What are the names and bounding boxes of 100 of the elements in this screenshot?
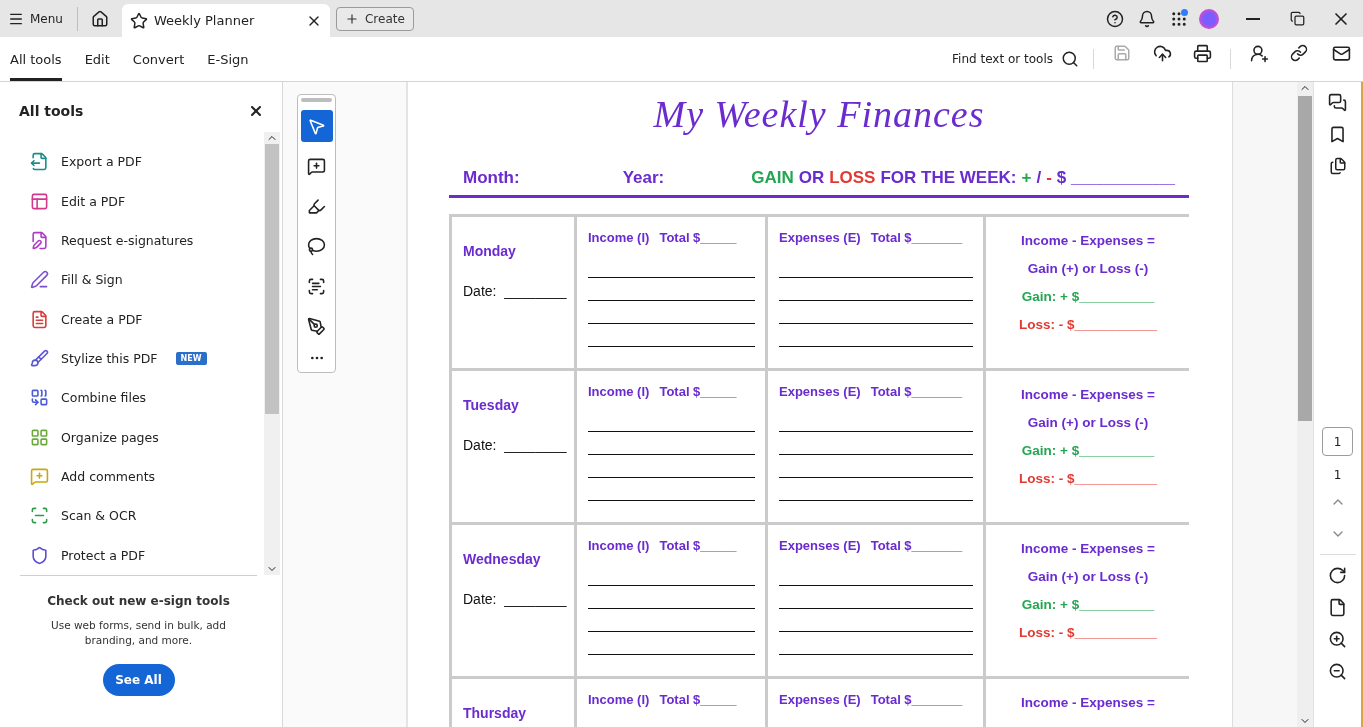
lasso-icon (307, 236, 326, 256)
expenses-total: Total $_______ (870, 538, 963, 553)
restore-icon (1289, 11, 1305, 26)
tool-item[interactable]: Add comments (30, 456, 264, 497)
result-line: Gain: + $__________ (1021, 597, 1155, 612)
drag-handle[interactable] (301, 98, 332, 102)
search-icon (1061, 50, 1079, 68)
see-all-button[interactable]: See All (102, 664, 175, 696)
minimize-icon (1246, 17, 1260, 20)
plus-icon (344, 11, 359, 26)
income-header: Income (I) (588, 384, 650, 399)
expenses-total: Total $_______ (870, 230, 963, 245)
printer-icon (1192, 43, 1212, 63)
pointer-button[interactable] (300, 110, 333, 142)
find-button[interactable]: Find text or tools (946, 37, 1085, 81)
result-line: Gain (+) or Loss (-) (1027, 569, 1149, 584)
result-line: Loss: - $___________ (1018, 317, 1158, 332)
day-name: Thursday (463, 705, 527, 721)
zoom-in-icon (1328, 629, 1347, 649)
save-icon (1113, 44, 1131, 62)
income-total: Total $_____ (659, 230, 737, 245)
tool-item[interactable]: Organize pages (30, 417, 264, 457)
zoom-out-icon (1328, 661, 1347, 681)
toolbar-tab[interactable]: E-Sign (207, 37, 249, 81)
menu-button[interactable]: Menu (0, 10, 71, 27)
tool-item[interactable]: Request e-signatures (30, 220, 264, 261)
income-total: Total $_____ (659, 692, 737, 707)
page-icon (1328, 597, 1347, 617)
pointer-icon (307, 116, 326, 136)
expenses-header: Expenses (E) (779, 692, 861, 707)
create-button[interactable]: Create (335, 6, 414, 31)
result-line: Gain (+) or Loss (-) (1027, 261, 1149, 276)
income-header: Income (I) (588, 230, 650, 245)
scrollbar[interactable] (264, 132, 280, 575)
result-line: Gain (+) or Loss (-) (1027, 415, 1149, 430)
month-label: Month: (463, 167, 520, 188)
tool-item[interactable]: Combine files (30, 378, 264, 418)
bookmark-icon (1328, 124, 1347, 144)
result-line: Gain: + $__________ (1021, 443, 1155, 458)
home-icon (90, 9, 109, 28)
promo-text: Use web forms, send in bulk, add branding, and more. (50, 618, 227, 648)
summary-text: + (1021, 167, 1032, 188)
star-icon[interactable] (129, 11, 148, 30)
summary-text: OR (798, 167, 825, 188)
pages-icon (1328, 157, 1347, 175)
tool-item[interactable]: Edit a PDF (30, 181, 264, 221)
tool-item[interactable]: Scan & OCR (30, 496, 264, 536)
page-number-field[interactable]: 1 (1322, 427, 1353, 456)
avatar-icon[interactable] (1199, 8, 1219, 29)
notification-dot (1181, 8, 1188, 16)
tool-item[interactable]: Stylize this PDF NEW (30, 338, 264, 379)
cloud-upload-icon (1152, 43, 1172, 63)
new-badge: NEW (175, 351, 207, 365)
result-line: Income - Expenses = (1021, 541, 1155, 556)
highlighter-icon (307, 196, 326, 216)
tool-item[interactable]: Create a PDF (30, 299, 264, 339)
summary-text: FOR THE WEEK: (880, 167, 1017, 188)
panel-title: All tools (19, 103, 84, 119)
toolbar-tab[interactable]: Convert (132, 37, 185, 81)
tool-item[interactable]: Fill & Sign (30, 260, 264, 300)
tool-item[interactable]: Protect a PDF (30, 535, 264, 575)
result-line: Loss: - $___________ (1018, 625, 1158, 640)
expenses-header: Expenses (E) (779, 384, 861, 399)
speech-bubbles-icon (1328, 92, 1347, 112)
document-title: My Weekly Finances (652, 92, 986, 137)
scrollbar[interactable] (1297, 82, 1313, 727)
bell-icon (1138, 9, 1156, 28)
link-icon (1290, 44, 1308, 62)
document-tab[interactable]: Weekly Planner (121, 4, 330, 37)
close-icon[interactable] (248, 103, 264, 119)
expenses-header: Expenses (E) (779, 538, 861, 553)
result-line: Gain: + $__________ (1021, 289, 1155, 304)
income-header: Income (I) (588, 692, 650, 707)
year-label: Year: (622, 167, 665, 188)
result-line: Loss: - $___________ (1018, 471, 1158, 486)
tool-item[interactable]: Export a PDF (30, 142, 264, 182)
expenses-total: Total $_______ (870, 384, 963, 399)
day-name: Wednesday (463, 551, 542, 567)
expenses-header: Expenses (E) (779, 230, 861, 245)
result-line: Income - Expenses = (1021, 387, 1155, 402)
help-icon (1106, 9, 1124, 28)
summary-text: - (1046, 167, 1052, 188)
summary-text: LOSS (829, 167, 876, 188)
result-line: Income - Expenses = (1021, 233, 1155, 248)
summary-text: GAIN (751, 167, 794, 188)
comment-plus-icon (307, 156, 326, 176)
text-select-icon (307, 276, 326, 296)
toolbar-tab[interactable]: Edit (84, 37, 110, 81)
summary-text: $ ___________ (1056, 167, 1175, 188)
pen-icon (307, 316, 326, 336)
day-name: Monday (463, 243, 517, 259)
day-name: Tuesday (463, 397, 520, 413)
income-header: Income (I) (588, 538, 650, 553)
mail-icon (1331, 43, 1351, 63)
result-line: Income - Expenses = (1021, 695, 1155, 710)
expenses-total: Total $_______ (870, 692, 963, 707)
rotate-icon (1328, 565, 1347, 585)
person-plus-icon (1249, 43, 1269, 63)
promo-title: Check out new e-sign tools (47, 594, 230, 608)
page-count: 1 (1333, 468, 1342, 482)
